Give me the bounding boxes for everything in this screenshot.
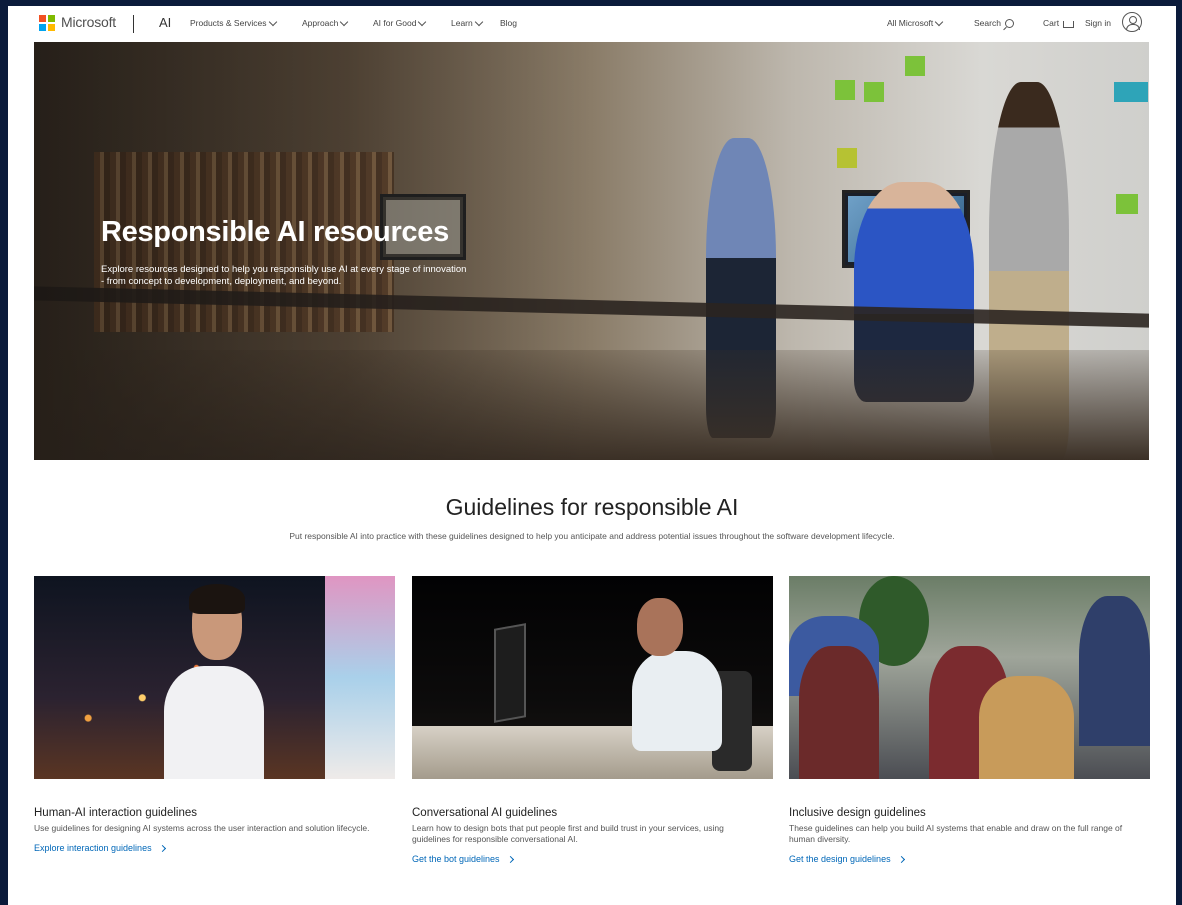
card-image-conversational-ai — [412, 576, 773, 779]
card-description: Use guidelines for designing AI systems … — [34, 823, 370, 833]
nav-item-label: Products & Services — [190, 18, 267, 28]
nav-ai-for-good[interactable]: AI for Good — [373, 17, 427, 28]
guidelines-title: Guidelines for responsible AI — [445, 494, 739, 520]
get-bot-guidelines-link[interactable]: Get the bot guidelines — [412, 854, 773, 864]
card-description: These guidelines can help you build AI s… — [789, 823, 1123, 844]
search-label: Search — [974, 18, 1001, 28]
nav-learn[interactable]: Learn — [451, 17, 483, 28]
link-label: Get the design guidelines — [789, 854, 891, 864]
image-person — [164, 666, 264, 779]
hero-title: Responsible AI resources — [101, 216, 449, 248]
image-person — [979, 676, 1074, 779]
chevron-right-icon — [897, 855, 905, 863]
card-image-human-ai — [34, 576, 395, 779]
chevron-right-icon — [506, 855, 514, 863]
nav-item-label: Learn — [451, 18, 473, 28]
get-design-guidelines-link[interactable]: Get the design guidelines — [789, 854, 1150, 864]
nav-item-label: AI for Good — [373, 18, 417, 28]
sticky-note-image — [1116, 194, 1138, 214]
nav-item-label: Approach — [302, 18, 339, 28]
card-image-inclusive-design — [789, 576, 1150, 779]
brand-name[interactable]: Microsoft — [61, 14, 116, 30]
nav-approach[interactable]: Approach — [302, 17, 349, 28]
all-microsoft-menu[interactable]: All Microsoft — [887, 17, 944, 28]
card-human-ai-interaction: Human-AI interaction guidelines Use guid… — [34, 576, 395, 853]
sign-in-link[interactable]: Sign in — [1085, 18, 1111, 28]
image-person — [632, 651, 722, 751]
guidelines-subtitle: Put responsible AI into practice with th… — [289, 531, 895, 541]
card-conversational-ai: Conversational AI guidelines Learn how t… — [412, 576, 773, 864]
microsoft-logo-icon[interactable] — [39, 15, 55, 31]
cart-button[interactable]: Cart — [1043, 18, 1075, 28]
image-screen — [325, 576, 395, 779]
sticky-note-image — [1114, 82, 1148, 102]
section-name[interactable]: AI — [159, 15, 171, 30]
image-person — [1079, 596, 1150, 746]
image-hair — [189, 584, 245, 614]
sticky-note-image — [864, 82, 884, 102]
page: Microsoft AI Products & Services Approac… — [8, 6, 1176, 905]
hero-shade — [34, 42, 592, 460]
card-description: Learn how to design bots that put people… — [412, 823, 724, 844]
card-title: Inclusive design guidelines — [789, 807, 926, 819]
sticky-note-image — [835, 80, 855, 100]
search-button[interactable]: Search — [974, 18, 1014, 28]
explore-interaction-guidelines-link[interactable]: Explore interaction guidelines — [34, 843, 395, 853]
image-head — [637, 598, 683, 656]
cart-icon — [1063, 20, 1075, 28]
nav-blog[interactable]: Blog — [500, 18, 517, 28]
brand-divider — [133, 15, 134, 33]
chevron-down-icon — [340, 17, 349, 26]
card-inclusive-design: Inclusive design guidelines These guidel… — [789, 576, 1150, 864]
chevron-down-icon — [418, 17, 427, 26]
hero-banner: Responsible AI resources Explore resourc… — [34, 42, 1149, 460]
chevron-down-icon — [268, 17, 277, 26]
top-nav: Microsoft AI Products & Services Approac… — [8, 6, 1176, 42]
link-label: Explore interaction guidelines — [34, 843, 152, 853]
link-label: Get the bot guidelines — [412, 854, 500, 864]
card-title: Conversational AI guidelines — [412, 807, 558, 819]
account-avatar-icon[interactable] — [1122, 12, 1142, 32]
nav-products-services[interactable]: Products & Services — [190, 17, 277, 28]
hero-description: Explore resources designed to help you r… — [101, 264, 467, 287]
chevron-right-icon — [158, 844, 166, 852]
chevron-down-icon — [474, 17, 483, 26]
sticky-note-image — [905, 56, 925, 76]
chevron-down-icon — [935, 17, 944, 26]
search-icon — [1004, 18, 1014, 28]
nav-item-label: All Microsoft — [887, 18, 934, 28]
sticky-note-image — [837, 148, 857, 168]
cart-label: Cart — [1043, 18, 1060, 28]
image-person — [799, 646, 879, 779]
image-monitor — [494, 623, 526, 723]
card-title: Human-AI interaction guidelines — [34, 807, 198, 819]
